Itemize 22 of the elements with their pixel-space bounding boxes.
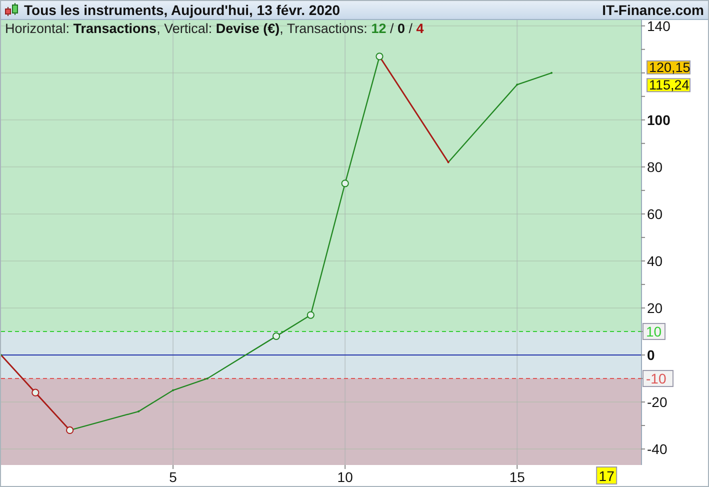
axis-label: 60: [647, 206, 663, 222]
axis-label: 100: [647, 112, 670, 128]
position-tag: 17: [596, 466, 618, 484]
axis-label: -20: [647, 394, 668, 410]
ref-line-label: -10: [646, 370, 666, 386]
threshold-tag: -10: [642, 370, 674, 387]
axis-label: 40: [647, 252, 663, 269]
ref-line-label: 10: [646, 323, 662, 340]
axis-label: 0: [647, 346, 655, 363]
threshold-tag: 10: [642, 322, 666, 340]
axis-label: 140: [647, 20, 670, 34]
axis-label: 5: [169, 469, 177, 485]
axis-label: 15: [509, 469, 525, 485]
candlestick-icon: [4, 3, 20, 17]
brand-name: IT-Finance.com: [602, 2, 704, 18]
window-title: Tous les instruments, Aujourd'hui, 13 févr. 2020: [24, 2, 342, 18]
axis-label: 10: [337, 469, 353, 485]
axis-label: 80: [647, 158, 663, 175]
price-tag: 115,24: [646, 78, 690, 93]
chart-legend: Horizontal: Transactions, Vertical: Devise (€), Transactions: 12 / 0 / 4: [5, 21, 424, 36]
axis-label: -40: [647, 441, 668, 458]
axis-label: 20: [647, 300, 663, 316]
